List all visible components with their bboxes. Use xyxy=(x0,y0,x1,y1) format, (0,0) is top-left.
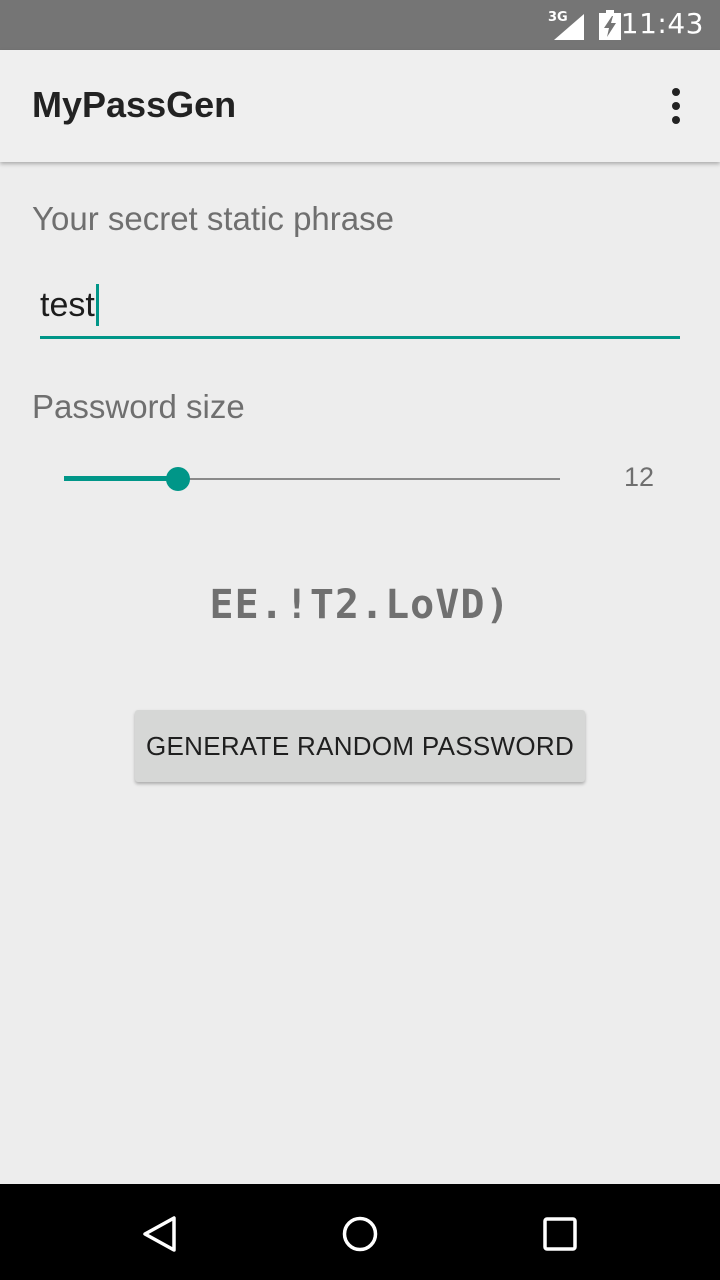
phrase-input-text-row: test xyxy=(40,284,99,326)
home-icon[interactable] xyxy=(340,1214,380,1254)
phrase-input-value: test xyxy=(40,285,95,324)
nav-bar xyxy=(0,1184,720,1280)
more-vert-icon[interactable] xyxy=(654,80,698,132)
recents-icon[interactable] xyxy=(540,1214,580,1254)
size-label: Password size xyxy=(32,388,245,425)
screen: 3G 11:43 MyPassGen Your secret static ph… xyxy=(0,0,720,1280)
menu-dot xyxy=(672,88,680,96)
generated-password: EE.!T2.LoVD) xyxy=(209,582,511,628)
generate-button[interactable]: GENERATE RANDOM PASSWORD xyxy=(135,710,585,782)
app-bar: MyPassGen xyxy=(0,50,720,162)
slider-fill xyxy=(64,476,178,481)
slider-thumb[interactable] xyxy=(166,467,190,491)
menu-dot xyxy=(672,116,680,124)
back-icon[interactable] xyxy=(140,1214,180,1254)
battery-charging-icon xyxy=(599,10,621,40)
menu-dot xyxy=(672,102,680,110)
size-slider[interactable] xyxy=(64,460,560,500)
signal-icon xyxy=(554,14,584,40)
phrase-label: Your secret static phrase xyxy=(32,200,394,237)
size-value: 12 xyxy=(624,462,655,492)
status-time: 11:43 xyxy=(620,7,704,40)
status-bar: 3G 11:43 xyxy=(0,0,720,50)
text-cursor xyxy=(95,284,99,326)
app-title: MyPassGen xyxy=(32,84,237,125)
phrase-input[interactable]: test xyxy=(40,280,680,339)
